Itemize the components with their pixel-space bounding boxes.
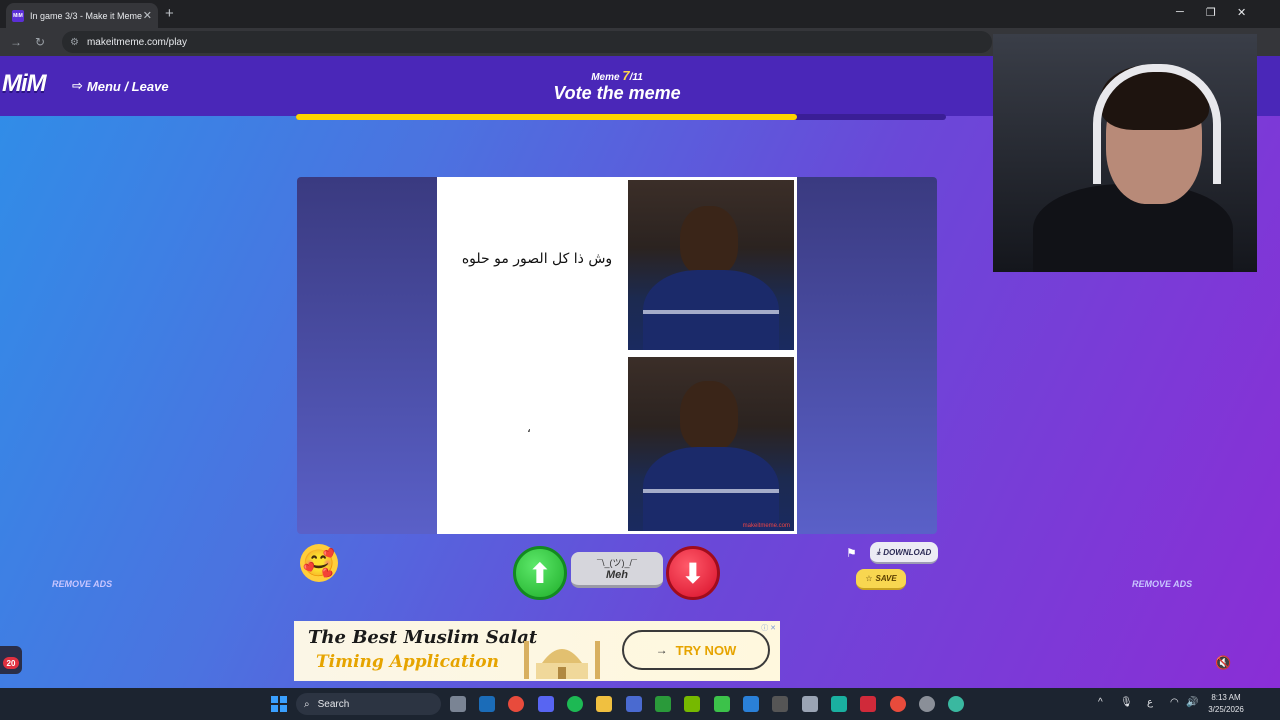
mosque-illustration (524, 641, 600, 679)
mute-icon[interactable]: 🔇 (1215, 655, 1231, 671)
reaction-emoji-button[interactable]: 🥰 (300, 544, 338, 582)
windows-start-icon[interactable] (271, 696, 287, 712)
phase-title: Vote the meme (553, 83, 681, 103)
ad-subheadline: Timing Application (316, 652, 499, 672)
spotify-icon[interactable] (567, 696, 583, 712)
meme-image: وش ذا كل الصور مو حلوه ، makeitmeme.com (437, 177, 797, 534)
download-icon: ⤓ (876, 547, 881, 556)
arrow-down-icon: ⬇ (681, 557, 705, 589)
store-icon[interactable] (626, 696, 642, 712)
download-label: DOWNLOAD (883, 547, 932, 557)
g-app-icon[interactable] (772, 696, 788, 712)
microphone-icon[interactable]: 🎙 (1120, 697, 1133, 708)
new-tab-icon[interactable]: + (165, 5, 174, 22)
meme-watermark: makeitmeme.com (742, 523, 790, 529)
chrome-active-icon[interactable] (890, 696, 906, 712)
tray-chevron-icon[interactable]: ^ (1098, 697, 1103, 708)
reload-icon[interactable]: ↻ (28, 35, 52, 49)
taskbar-search-label: Search (317, 698, 350, 710)
ad-choices-icon[interactable]: ⓘ ✕ (761, 623, 776, 633)
taskbar-clock[interactable]: 8:13 AM 3/25/2026 (1200, 692, 1252, 716)
tab-title: In game 3/3 - Make it Meme (30, 10, 143, 21)
forward-icon[interactable]: → (4, 35, 28, 49)
menu-leave-label: Menu / Leave (86, 78, 169, 94)
meme-frame: وش ذا كل الصور مو حلوه ، makeitmeme.com (297, 177, 937, 534)
webcam-overlay (993, 34, 1257, 272)
chat-badge: 20 (3, 657, 19, 669)
meme-photo-bottom: makeitmeme.com (628, 357, 794, 531)
meme-total: /11 (629, 72, 643, 83)
meme-caption-top: وش ذا كل الصور مو حلوه (461, 251, 613, 267)
wps-icon[interactable] (860, 696, 876, 712)
xbox-icon[interactable] (655, 696, 671, 712)
ad-cta-label: TRY NOW (675, 642, 737, 658)
browser-tabbar: MiM In game 3/3 - Make it Meme ✕ + ─ ❐ ✕ (0, 0, 1280, 28)
maximize-icon[interactable]: ❐ (1206, 6, 1216, 19)
meme-caption-bottom: ، (527, 421, 531, 435)
app-icon[interactable] (743, 696, 759, 712)
discord-icon[interactable] (538, 696, 554, 712)
download-button[interactable]: ⤓ DOWNLOAD (870, 542, 938, 564)
minimize-icon[interactable]: ─ (1176, 6, 1184, 18)
url-text: makeitmeme.com/play (86, 36, 187, 48)
clock-time: 8:13 AM (1211, 693, 1241, 702)
meme-counter: Meme 7/11 (560, 68, 674, 83)
browser-tab[interactable]: MiM In game 3/3 - Make it Meme ✕ (6, 3, 158, 28)
downvote-button[interactable]: ⬇ (666, 546, 720, 600)
steam-icon[interactable] (479, 696, 495, 712)
remove-ads-right-link[interactable]: REMOVE ADS (1132, 579, 1192, 589)
arrow-right-icon: → (655, 643, 668, 657)
save-button[interactable]: ☆ SAVE (856, 569, 906, 590)
nvidia-icon[interactable] (684, 696, 700, 712)
remove-ads-left-link[interactable]: REMOVE ADS (52, 579, 112, 589)
site-info-icon[interactable]: ⚙ (70, 37, 79, 48)
timer-progress-bar (296, 114, 946, 120)
wifi-icon[interactable]: ◠ (1170, 697, 1179, 708)
chrome-icon[interactable] (508, 696, 524, 712)
timer-progress-fill (296, 114, 797, 120)
save-label: SAVE (875, 574, 897, 583)
capcut-icon[interactable] (831, 696, 847, 712)
ad-headline: The Best Muslim Salat (308, 627, 538, 648)
arrow-up-icon: ⬆ (528, 557, 552, 589)
star-icon: ☆ (865, 574, 873, 583)
volume-icon[interactable]: 🔊 (1186, 697, 1198, 708)
taskbar-search[interactable]: ⌕ Search (296, 693, 441, 715)
meme-counter-label: Meme (591, 72, 620, 83)
play-icon[interactable] (714, 696, 730, 712)
search-icon: ⌕ (304, 698, 310, 710)
clock-date: 3/25/2026 (1208, 705, 1244, 714)
tab-close-icon[interactable]: ✕ (143, 9, 152, 22)
ad-banner[interactable]: The Best Muslim Salat Timing Application… (294, 621, 780, 681)
language-indicator[interactable]: ع (1147, 697, 1153, 708)
meme-photo-top (628, 180, 794, 350)
flag-icon[interactable]: ⚑ (846, 546, 857, 560)
address-bar[interactable]: ⚙ makeitmeme.com/play (62, 31, 992, 53)
site-logo[interactable]: MiM (2, 70, 47, 98)
meh-face: ¯\_(ツ)_/¯ (597, 558, 637, 568)
obs-icon[interactable] (948, 696, 964, 712)
recycle-icon[interactable] (802, 696, 818, 712)
meh-button[interactable]: ¯\_(ツ)_/¯ Meh (571, 552, 663, 588)
file-explorer-icon[interactable] (596, 696, 612, 712)
leave-icon: ⇨ (72, 78, 83, 93)
favicon-icon: MiM (12, 9, 24, 22)
close-icon[interactable]: ✕ (1237, 6, 1246, 19)
meh-label: Meh (606, 569, 628, 581)
camera-app-icon[interactable] (450, 696, 466, 712)
meme-current: 7 (622, 68, 630, 83)
ad-try-now-button[interactable]: → TRY NOW (622, 630, 770, 670)
upvote-button[interactable]: ⬆ (513, 546, 567, 600)
settings-icon[interactable] (919, 696, 935, 712)
menu-leave-button[interactable]: ⇨ Menu / Leave (72, 78, 169, 94)
